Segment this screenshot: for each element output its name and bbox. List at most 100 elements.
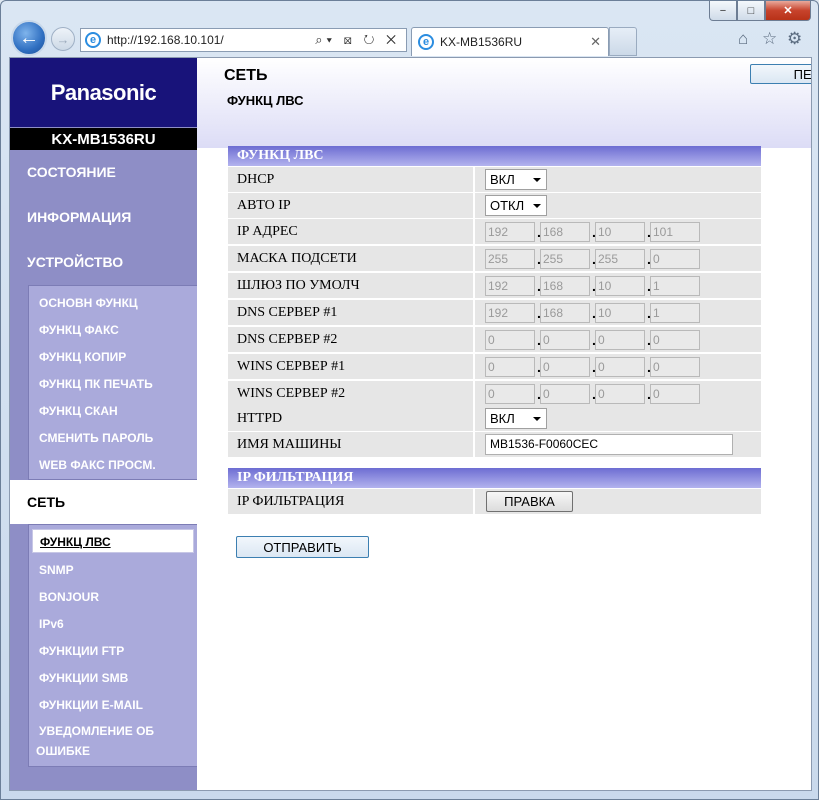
mask-octet-4: 0 — [650, 249, 700, 269]
dns1-octet-3: 10 — [595, 303, 645, 323]
host-name-label: ИМЯ МАШИНЫ — [237, 437, 342, 452]
sidebar-sub-web-fax[interactable]: WEB ФАКС ПРОСМ. — [39, 455, 156, 475]
wins1-octet-2: 0 — [540, 357, 590, 377]
row-httpd: HTTPD ВКЛ — [228, 406, 761, 431]
sidebar-sub-scan[interactable]: ФУНКЦ СКАН — [39, 401, 118, 421]
ie-tab-icon: e — [418, 34, 434, 50]
httpd-select[interactable]: ВКЛ — [485, 408, 547, 429]
mask-octet-3: 255 — [595, 249, 645, 269]
sidebar-sub-ipv6[interactable]: IPv6 — [39, 614, 64, 634]
ipfilter-label: IP ФИЛЬТРАЦИЯ — [237, 494, 345, 509]
ip-octet-3: 10 — [595, 222, 645, 242]
reboot-button[interactable]: ПЕРЕЗАГРУЗИТЬ — [750, 64, 811, 84]
sidebar-sub-change-password[interactable]: СМЕНИТЬ ПАРОЛЬ — [39, 428, 153, 448]
model-label: KX-MB1536RU — [10, 128, 197, 150]
sidebar-item-status[interactable]: СОСТОЯНИЕ — [10, 150, 197, 194]
ip-address-label: IP АДРЕС — [237, 224, 298, 239]
wins1-octet-3: 0 — [595, 357, 645, 377]
dns2-octet-1: 0 — [485, 330, 535, 350]
row-wins1: WINS СЕРВЕР #1 0. 0. 0. 0 — [228, 354, 761, 379]
gateway-octet-2: 168 — [540, 276, 590, 296]
ipfilter-section-header: IP ФИЛЬТРАЦИЯ — [228, 468, 761, 488]
sidebar-sub-error-notify-line2[interactable]: ОШИБКЕ — [36, 741, 90, 761]
auto-ip-select[interactable]: ОТКЛ — [485, 195, 547, 216]
dns1-octet-2: 168 — [540, 303, 590, 323]
forward-arrow-icon: → — [56, 31, 70, 47]
host-name-input[interactable]: MB1536-F0060CEC — [485, 434, 733, 455]
sidebar-sub-smb[interactable]: ФУНКЦИИ SMB — [39, 668, 128, 688]
minimize-button[interactable]: − — [709, 1, 737, 21]
tab-title: KX-MB1536RU — [440, 35, 523, 49]
sidebar-item-network[interactable]: СЕТЬ — [10, 480, 197, 524]
sidebar-sub-pc-print[interactable]: ФУНКЦ ПК ПЕЧАТЬ — [39, 374, 153, 394]
sidebar-sub-bonjour[interactable]: BONJOUR — [39, 587, 99, 607]
browser-window: − □ ✕ ← → e http://192.168.10.101/ ⌕▾ ⊠ … — [0, 0, 819, 800]
gateway-octet-4: 1 — [650, 276, 700, 296]
ip-octet-4: 101 — [650, 222, 700, 242]
wins2-octet-2: 0 — [540, 384, 590, 404]
sidebar-sub-lan[interactable]: ФУНКЦ ЛВС — [32, 529, 194, 553]
row-auto-ip: АВТО IP ОТКЛ — [228, 193, 761, 218]
row-gateway: ШЛЮЗ ПО УМОЛЧ 192. 168. 10. 1 — [228, 273, 761, 298]
wins1-octet-4: 0 — [650, 357, 700, 377]
submit-button[interactable]: ОТПРАВИТЬ — [236, 536, 369, 558]
network-subpanel: ФУНКЦ ЛВС SNMP BONJOUR IPv6 ФУНКЦИИ FTP … — [28, 524, 197, 767]
dns2-octet-2: 0 — [540, 330, 590, 350]
wins2-octet-4: 0 — [650, 384, 700, 404]
row-dns1: DNS СЕРВЕР #1 192. 168. 10. 1 — [228, 300, 761, 325]
home-icon[interactable]: ⌂ — [738, 29, 748, 49]
sidebar-sub-copy[interactable]: ФУНКЦ КОПИР — [39, 347, 126, 367]
gateway-octet-1: 192 — [485, 276, 535, 296]
back-arrow-icon: ← — [19, 26, 39, 49]
new-tab-button[interactable] — [609, 27, 637, 56]
wins2-octet-1: 0 — [485, 384, 535, 404]
row-subnet-mask: МАСКА ПОДСЕТИ 255. 255. 255. 0 — [228, 246, 761, 271]
sidebar-item-information[interactable]: ИНФОРМАЦИЯ — [10, 195, 197, 239]
maximize-button[interactable]: □ — [737, 1, 765, 21]
httpd-label: HTTPD — [237, 411, 283, 426]
favorites-star-icon[interactable]: ☆ — [762, 29, 777, 49]
forward-button[interactable]: → — [51, 27, 75, 51]
address-text: http://192.168.10.101/ — [107, 33, 224, 47]
wins1-octet-1: 0 — [485, 357, 535, 377]
dhcp-select[interactable]: ВКЛ — [485, 169, 547, 190]
address-bar[interactable]: e http://192.168.10.101/ ⌕▾ ⊠ ↻ ✕ — [80, 28, 407, 52]
page-subtitle: ФУНКЦ ЛВС — [227, 93, 304, 108]
sidebar-sub-error-notify[interactable]: УВЕДОМЛЕНИЕ ОБ — [39, 721, 154, 741]
dns2-octet-4: 0 — [650, 330, 700, 350]
dns1-label: DNS СЕРВЕР #1 — [237, 305, 338, 320]
dns2-label: DNS СЕРВЕР #2 — [237, 332, 338, 347]
row-ip-address: IP АДРЕС 192. 168. 10. 101 — [228, 219, 761, 244]
sidebar-sub-email[interactable]: ФУНКЦИИ E-MAIL — [39, 695, 143, 715]
dns2-octet-3: 0 — [595, 330, 645, 350]
ipfilter-edit-button[interactable]: ПРАВКА — [486, 491, 573, 512]
row-dns2: DNS СЕРВЕР #2 0. 0. 0. 0 — [228, 327, 761, 352]
ie-icon: e — [85, 32, 101, 48]
page-content: Panasonic KX-MB1536RU СОСТОЯНИЕ ИНФОРМАЦ… — [9, 57, 812, 791]
header-band: СЕТЬ ФУНКЦ ЛВС ПЕРЕЗАГРУЗИТЬ — [197, 58, 811, 148]
ip-octet-2: 168 — [540, 222, 590, 242]
wins2-label: WINS СЕРВЕР #2 — [237, 386, 346, 401]
browser-tab[interactable]: e KX-MB1536RU ✕ — [411, 27, 609, 56]
ip-octet-1: 192 — [485, 222, 535, 242]
back-button[interactable]: ← — [11, 20, 47, 56]
tab-close-icon[interactable]: ✕ — [590, 34, 601, 50]
sidebar-sub-snmp[interactable]: SNMP — [39, 560, 74, 580]
mask-octet-1: 255 — [485, 249, 535, 269]
sidebar: Panasonic KX-MB1536RU СОСТОЯНИЕ ИНФОРМАЦ… — [10, 58, 197, 790]
lan-section-header: ФУНКЦ ЛВС — [228, 146, 761, 166]
sidebar-item-device[interactable]: УСТРОЙСТВО — [10, 240, 197, 284]
settings-gear-icon[interactable]: ⚙ — [787, 29, 802, 49]
device-subpanel: ОСНОВН ФУНКЦ ФУНКЦ ФАКС ФУНКЦ КОПИР ФУНК… — [28, 285, 197, 480]
row-host-name: ИМЯ МАШИНЫ MB1536-F0060CEC — [228, 432, 761, 457]
address-tools-icons[interactable]: ⌕▾ ⊠ ↻ ✕ — [315, 32, 400, 48]
auto-ip-label: АВТО IP — [237, 198, 291, 213]
sidebar-sub-basic[interactable]: ОСНОВН ФУНКЦ — [39, 293, 138, 313]
close-window-button[interactable]: ✕ — [765, 1, 811, 21]
gateway-octet-3: 10 — [595, 276, 645, 296]
subnet-mask-label: МАСКА ПОДСЕТИ — [237, 251, 357, 266]
dns1-octet-4: 1 — [650, 303, 700, 323]
panasonic-logo: Panasonic — [10, 58, 197, 127]
sidebar-sub-ftp[interactable]: ФУНКЦИИ FTP — [39, 641, 124, 661]
sidebar-sub-fax[interactable]: ФУНКЦ ФАКС — [39, 320, 119, 340]
